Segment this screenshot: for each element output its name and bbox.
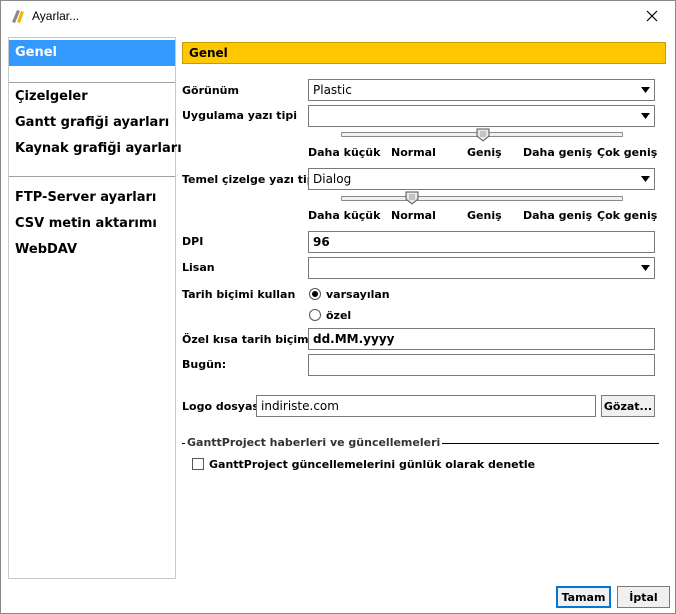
app-font-slider-thumb[interactable] bbox=[476, 128, 490, 142]
chevron-down-icon bbox=[641, 87, 650, 93]
chevron-down-icon bbox=[641, 113, 650, 119]
nav-item-gantt-chart-settings[interactable]: Gantt grafiği ayarları bbox=[9, 110, 175, 136]
nav-item-resource-chart-settings[interactable]: Kaynak grafiği ayarları bbox=[9, 136, 182, 162]
appearance-select[interactable]: Plastic bbox=[308, 79, 655, 101]
date-format-label: Tarih biçimi kullan bbox=[182, 288, 296, 301]
browse-button[interactable]: Gözat... bbox=[601, 395, 655, 417]
nav-separator bbox=[9, 176, 175, 177]
daily-update-checkbox[interactable] bbox=[192, 458, 204, 470]
ganttproject-app-icon bbox=[10, 8, 26, 24]
logo-file-label: Logo dosyası bbox=[182, 400, 263, 413]
today-label: Bugün: bbox=[182, 358, 227, 371]
appearance-value: Plastic bbox=[313, 83, 352, 97]
size-tick: Çok geniş bbox=[597, 146, 658, 159]
nav-item-csv-export[interactable]: CSV metin aktarımı bbox=[9, 211, 175, 237]
custom-date-label: Özel kısa tarih biçimi bbox=[182, 333, 313, 346]
chart-font-size-slider[interactable] bbox=[341, 196, 623, 201]
logo-file-input[interactable]: indiriste.com bbox=[256, 395, 596, 417]
nav-item-cizelgeler[interactable]: Çizelgeler bbox=[9, 84, 175, 110]
app-font-select[interactable] bbox=[308, 105, 655, 127]
nav-item-webdav[interactable]: WebDAV bbox=[9, 237, 175, 263]
updates-group-title: GanttProject haberleri ve güncellemeleri bbox=[185, 436, 443, 449]
chart-font-value: Dialog bbox=[313, 172, 352, 186]
cancel-button[interactable]: İptal bbox=[617, 586, 670, 608]
settings-dialog: Ayarlar... Genel Çizelgeler Gantt grafiğ… bbox=[0, 0, 676, 614]
radio-default-date-label: varsayılan bbox=[326, 288, 390, 301]
chart-font-slider-thumb[interactable] bbox=[405, 191, 419, 205]
language-select[interactable] bbox=[308, 257, 655, 279]
section-title: Genel bbox=[182, 42, 666, 64]
title-bar: Ayarlar... bbox=[1, 1, 675, 31]
settings-nav: Genel Çizelgeler Gantt grafiği ayarları … bbox=[8, 37, 182, 579]
chart-font-select[interactable]: Dialog bbox=[308, 168, 655, 190]
size-tick: Normal bbox=[391, 209, 436, 222]
size-tick: Geniş bbox=[467, 146, 502, 159]
size-tick: Çok geniş bbox=[597, 209, 658, 222]
radio-default-date[interactable] bbox=[309, 288, 321, 300]
dpi-label: DPI bbox=[182, 235, 204, 248]
window-title: Ayarlar... bbox=[32, 9, 80, 23]
close-icon bbox=[646, 10, 658, 22]
app-font-label: Uygulama yazı tipi bbox=[182, 109, 297, 122]
ok-button[interactable]: Tamam bbox=[556, 586, 611, 608]
appearance-label: Görünüm bbox=[182, 84, 239, 97]
size-tick: Normal bbox=[391, 146, 436, 159]
dpi-input[interactable]: 96 bbox=[308, 231, 655, 253]
close-button[interactable] bbox=[631, 1, 675, 31]
size-tick: Daha geniş bbox=[523, 146, 593, 159]
chevron-down-icon bbox=[641, 176, 650, 182]
nav-separator bbox=[9, 82, 175, 83]
radio-custom-date[interactable] bbox=[309, 309, 321, 321]
size-tick: Daha küçük bbox=[308, 209, 381, 222]
size-tick: Geniş bbox=[467, 209, 502, 222]
daily-update-label: GanttProject güncellemelerini günlük ola… bbox=[209, 458, 536, 471]
chevron-down-icon bbox=[641, 265, 650, 271]
nav-item-ftp-server[interactable]: FTP-Server ayarları bbox=[9, 185, 175, 211]
custom-date-input[interactable]: dd.MM.yyyy bbox=[308, 328, 655, 350]
size-tick: Daha geniş bbox=[523, 209, 593, 222]
today-input[interactable] bbox=[308, 354, 655, 376]
chart-font-label: Temel çizelge yazı tipi bbox=[182, 173, 319, 186]
radio-custom-date-label: özel bbox=[326, 309, 352, 322]
size-tick: Daha küçük bbox=[308, 146, 381, 159]
nav-item-genel[interactable]: Genel bbox=[9, 40, 175, 66]
language-label: Lisan bbox=[182, 261, 215, 274]
